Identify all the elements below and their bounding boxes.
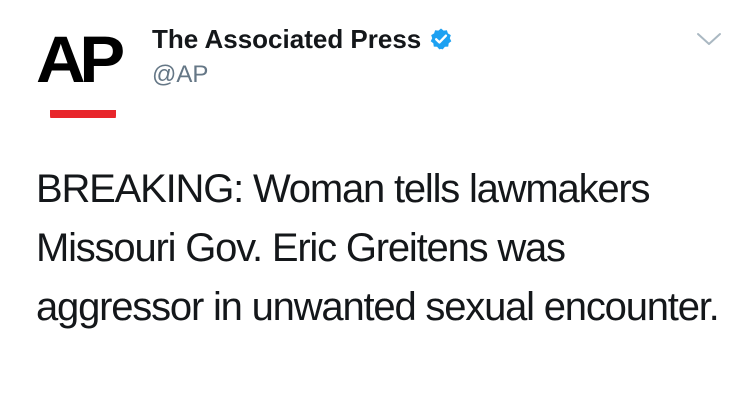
ap-logo-arc	[50, 110, 116, 118]
tweet-card: AP The Associated Press @AP BREAKING: Wo…	[0, 0, 750, 403]
tweet-header: The Associated Press @AP	[152, 22, 453, 90]
display-name[interactable]: The Associated Press	[152, 22, 421, 56]
name-row: The Associated Press	[152, 22, 453, 56]
chevron-down-icon[interactable]	[696, 30, 722, 48]
handle[interactable]: @AP	[152, 60, 453, 90]
ap-logo-text: AP	[36, 22, 125, 96]
avatar[interactable]: AP	[36, 22, 132, 118]
tweet-text: BREAKING: Woman tells lawmakers Missouri…	[36, 167, 720, 329]
verified-badge-icon	[429, 27, 453, 51]
